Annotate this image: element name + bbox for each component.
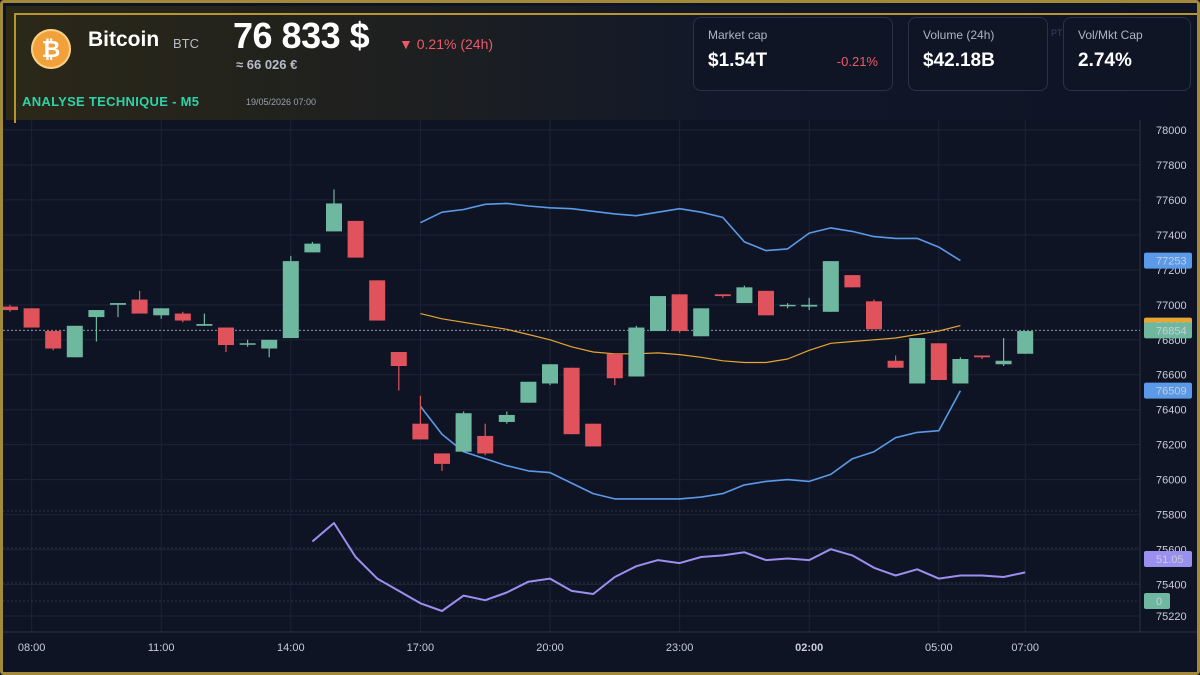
volume-card: Volume (24h) $42.18B (908, 17, 1048, 91)
y-tick-label: 77000 (1156, 300, 1187, 312)
candle-body (326, 203, 342, 232)
section-title: ANALYSE TECHNIQUE - M5 (22, 94, 200, 109)
y-tick-label: 75400 (1156, 580, 1187, 592)
candle-body (153, 308, 170, 316)
candle-body (887, 360, 904, 368)
candle-body (606, 353, 623, 379)
candle-body (23, 308, 40, 328)
price-marker-label: 76509 (1156, 386, 1187, 398)
y-tick-label: 76400 (1156, 405, 1187, 417)
candle-body (498, 414, 515, 422)
x-tick-label: 17:00 (407, 642, 435, 654)
candle-body (304, 243, 321, 253)
candle-body (218, 327, 234, 346)
price-marker-label: 51.05 (1156, 554, 1184, 566)
market-cap-value: $1.54T (708, 50, 768, 71)
price-marker-label: 76854 (1156, 325, 1187, 337)
candle-body (779, 304, 796, 307)
x-tick-label: 05:00 (925, 642, 953, 654)
candle-body (412, 423, 429, 440)
price-eur: ≈ 66 026 € (236, 57, 298, 72)
candle-body (801, 304, 818, 307)
candle-body (196, 324, 213, 326)
chart-frame: 78000 77800 77600 77400 77200 77000 76800 76600… (0, 0, 1200, 675)
y-tick-label: 78000 (1156, 125, 1187, 137)
y-tick-label: 77400 (1156, 230, 1187, 242)
x-tick-label: 23:00 (666, 642, 694, 654)
y-tick-label: 76600 (1156, 370, 1187, 382)
candle-body (66, 325, 83, 358)
candle-body (974, 355, 990, 358)
coin-name: Bitcoin (88, 28, 160, 51)
candle-body (585, 423, 602, 447)
y-tick-label: 77600 (1156, 195, 1187, 207)
candle-body (693, 308, 710, 337)
x-tick-label: 11:00 (148, 642, 175, 654)
x-tick-label: 14:00 (277, 642, 305, 654)
y-tick-label: 76200 (1156, 440, 1187, 452)
candle-body (369, 280, 386, 321)
y-tick-label: 76000 (1156, 475, 1187, 487)
candle-body (628, 327, 645, 377)
vol-mkt-value: 2.74% (1078, 50, 1132, 71)
candle-body (88, 310, 105, 318)
candle-body (671, 294, 688, 332)
candle-body (714, 294, 731, 297)
candle-body (844, 275, 861, 288)
candle-body (520, 381, 537, 403)
candle-body (866, 301, 882, 330)
vol-mkt-label: Vol/Mkt Cap (1078, 28, 1143, 42)
candle-body (347, 220, 364, 258)
y-tick-label: 75220 (1156, 611, 1187, 623)
header-accent-left (14, 13, 16, 123)
y-tick-label: 75800 (1156, 510, 1187, 522)
market-cap-label: Market cap (708, 28, 768, 42)
x-tick-label: 07:00 (1011, 642, 1039, 654)
header-accent-top (14, 13, 1197, 15)
header-panel: ₿ Bitcoin BTC 76 833 $ ▼ 0.21% (24h) ≈ 6… (6, 6, 1197, 123)
candle-body (261, 339, 278, 349)
candle-body (758, 290, 774, 316)
candle-body (563, 367, 580, 435)
x-tick-label: 08:00 (18, 642, 46, 654)
candle-body (542, 364, 558, 384)
vol-mkt-card: Vol/Mkt Cap 2.74% (1063, 17, 1191, 91)
coin-symbol: BTC (173, 36, 199, 51)
candle-body (736, 287, 753, 304)
volume-value: $42.18B (923, 50, 995, 71)
candle-body (952, 359, 969, 384)
x-tick-label: 20:00 (536, 642, 564, 654)
candle-body (909, 338, 926, 384)
volume-label: Volume (24h) (923, 28, 995, 42)
candle-body (110, 303, 126, 305)
bitcoin-icon: ₿ (31, 29, 71, 69)
candle-body (45, 331, 62, 349)
market-cap-change: -0.21% (836, 54, 878, 69)
price-change: ▼ 0.21% (24h) (399, 36, 494, 52)
candle-body (822, 261, 839, 312)
candle-body (455, 413, 472, 452)
candle-body (995, 360, 1012, 365)
candle-body (282, 261, 299, 339)
price-marker-label: 77253 (1156, 256, 1187, 268)
x-tick-label: 02:00 (795, 642, 823, 654)
svg-text:₿: ₿ (42, 36, 61, 62)
candle-body (390, 352, 407, 367)
candle-body (1017, 331, 1034, 354)
candle-body (650, 296, 666, 332)
price-usd: 76 833 $ (233, 15, 370, 56)
price-marker-label: 0 (1156, 596, 1162, 608)
timestamp: 19/05/2026 07:00 (246, 97, 317, 107)
candle-body (239, 343, 256, 345)
candle-body (477, 435, 494, 454)
candle-body (3, 306, 18, 311)
market-cap-card: Market cap $1.54T -0.21% (693, 17, 893, 91)
candle-body (434, 453, 450, 464)
y-tick-label: 77800 (1156, 160, 1187, 172)
candle-body (174, 313, 191, 321)
candle-body (131, 299, 148, 314)
candle-body (930, 343, 947, 380)
